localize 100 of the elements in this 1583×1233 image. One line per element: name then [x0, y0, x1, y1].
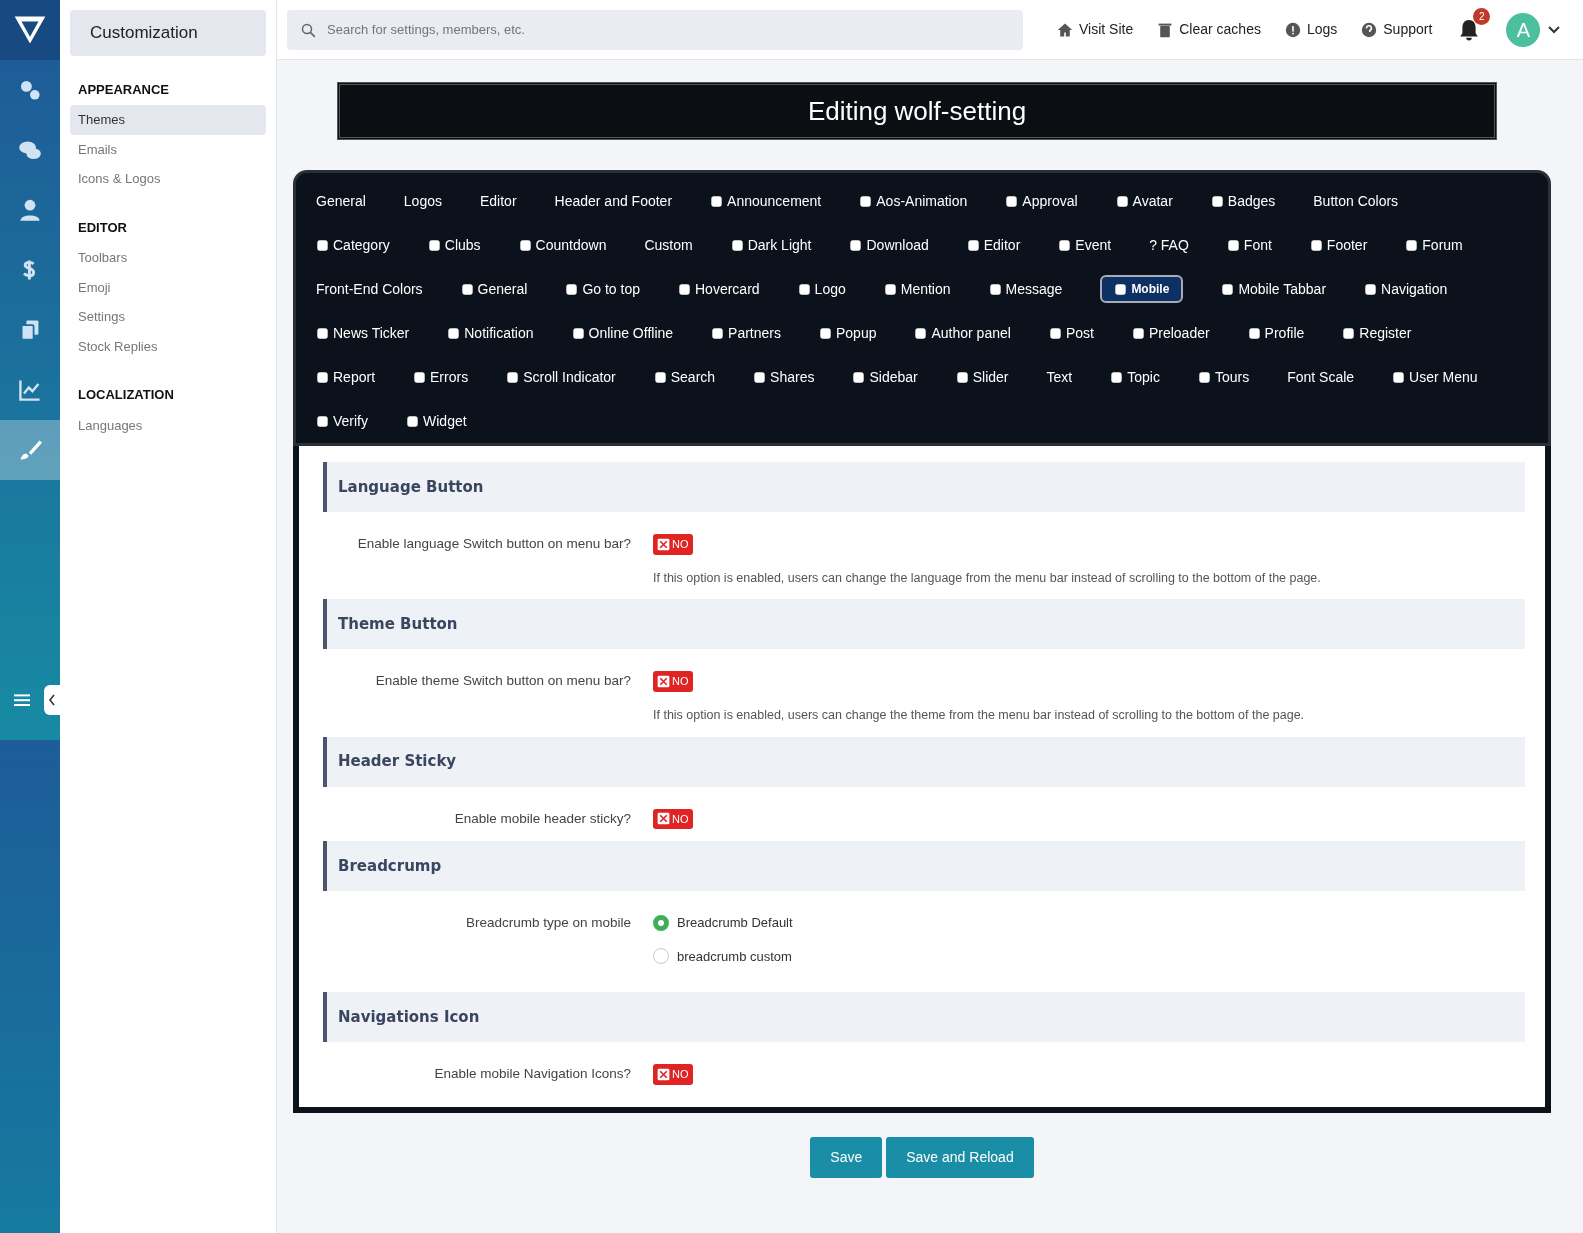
collapse-button[interactable] — [44, 685, 60, 715]
tab[interactable]: Profile — [1247, 322, 1305, 344]
toolbar-link[interactable]: Support — [1361, 19, 1433, 40]
square-icon — [1110, 370, 1124, 384]
tab[interactable]: Errors — [413, 366, 469, 388]
tab[interactable]: Author panel — [914, 322, 1011, 344]
tab[interactable]: Sidebar — [852, 366, 918, 388]
tab[interactable]: Editor — [479, 190, 517, 212]
tab[interactable]: Text — [1046, 366, 1073, 388]
tab[interactable]: Tours — [1197, 366, 1250, 388]
tab[interactable]: Verify — [316, 410, 368, 432]
tab[interactable]: Button Colors — [1313, 190, 1399, 212]
search-icon — [301, 22, 316, 38]
toggle-switch[interactable]: NO — [653, 1064, 693, 1085]
tab[interactable]: Mention — [883, 278, 951, 300]
tab[interactable]: Logo — [797, 278, 846, 300]
square-icon — [571, 326, 585, 340]
tab[interactable]: Hovercard — [678, 278, 760, 300]
tab[interactable]: Search — [653, 366, 716, 388]
square-icon — [753, 370, 767, 384]
square-icon — [447, 326, 461, 340]
radio-label: Breadcrumb Default — [677, 914, 793, 932]
tab[interactable]: General — [316, 190, 366, 212]
toggle-switch[interactable]: NO — [653, 808, 693, 829]
brush-icon[interactable] — [18, 438, 42, 462]
tab[interactable]: Post — [1048, 322, 1094, 344]
tab[interactable]: Editor — [966, 234, 1021, 256]
toolbar-link[interactable]: Logs — [1284, 19, 1338, 40]
tab[interactable]: Event — [1058, 234, 1112, 256]
tab[interactable]: Shares — [753, 366, 815, 388]
tab[interactable]: Clubs — [427, 234, 481, 256]
sidebar-item[interactable]: Settings — [70, 302, 266, 332]
tab[interactable]: User Menu — [1392, 366, 1478, 388]
sidebar-item[interactable]: Emails — [70, 134, 266, 164]
radio-button[interactable] — [653, 914, 669, 931]
square-icon — [914, 326, 928, 340]
tab[interactable]: Custom — [644, 234, 693, 256]
sidebar-item[interactable]: Emoji — [70, 272, 266, 302]
toolbar-link[interactable]: Clear caches — [1157, 19, 1261, 40]
tab[interactable]: Scroll Indicator — [506, 366, 616, 388]
tab[interactable]: Category — [316, 234, 390, 256]
sidebar-item[interactable]: Languages — [70, 410, 266, 440]
tab[interactable]: Footer — [1309, 234, 1368, 256]
toolbar-link[interactable]: Visit Site — [1057, 19, 1134, 40]
tab[interactable]: Logos — [403, 190, 442, 212]
tab[interactable]: Register — [1342, 322, 1412, 344]
tab[interactable]: Aos-Animation — [859, 190, 968, 212]
tab[interactable]: Dark Light — [730, 234, 812, 256]
sidebar-item[interactable]: Themes — [70, 105, 266, 135]
tab[interactable]: Font Scale — [1287, 366, 1355, 388]
tab[interactable]: Popup — [819, 322, 877, 344]
tab[interactable]: Front-End Colors — [316, 278, 423, 300]
person-icon[interactable] — [18, 198, 42, 222]
bell-icon[interactable] — [1458, 18, 1481, 41]
tab[interactable]: Notification — [447, 322, 534, 344]
square-icon — [1114, 282, 1128, 296]
cross-icon — [657, 537, 670, 551]
tab[interactable]: Partners — [711, 322, 781, 344]
sidebar-item[interactable]: Stock Replies — [70, 331, 266, 361]
square-icon — [413, 370, 427, 384]
sidebar-item[interactable]: Toolbars — [70, 243, 266, 273]
square-icon — [1048, 326, 1062, 340]
toggle-switch[interactable]: NO — [653, 534, 693, 555]
sidebar-item[interactable]: Icons & Logos — [70, 164, 266, 194]
tab[interactable]: Go to top — [565, 278, 640, 300]
tab[interactable]: Forum — [1405, 234, 1463, 256]
sidebar-heading: LOCALIZATION — [78, 386, 175, 404]
tab[interactable]: Widget — [406, 410, 467, 432]
tab[interactable]: Mobile — [1100, 275, 1184, 303]
square-icon — [406, 414, 419, 428]
search-field[interactable]: Search for settings, members, etc. — [287, 9, 1023, 50]
tab[interactable]: Slider — [955, 366, 1009, 388]
tab[interactable]: Report — [316, 366, 376, 388]
tab[interactable]: ? FAQ — [1149, 234, 1189, 256]
tab[interactable]: Mobile Tabbar — [1221, 278, 1327, 300]
toggle-switch[interactable]: NO — [653, 671, 693, 692]
submit-button[interactable]: Save and Reload — [886, 1136, 1034, 1178]
chart-icon[interactable] — [18, 378, 42, 402]
tab[interactable]: Navigation — [1364, 278, 1448, 300]
square-icon — [797, 282, 811, 296]
tab[interactable]: Header and Footer — [554, 190, 673, 212]
square-icon — [316, 414, 329, 428]
square-icon — [1309, 238, 1323, 252]
tab[interactable]: Countdown — [518, 234, 607, 256]
tab[interactable]: Online Offline — [571, 322, 674, 344]
tab[interactable]: Preloader — [1131, 322, 1210, 344]
tab[interactable]: Message — [988, 278, 1063, 300]
caret-icon[interactable] — [1548, 25, 1561, 34]
tab[interactable]: General — [460, 278, 528, 300]
tab[interactable]: Approval — [1005, 190, 1078, 212]
tab[interactable]: Badges — [1210, 190, 1276, 212]
sidebar-title: Customization — [70, 10, 266, 56]
tab[interactable]: Avatar — [1115, 190, 1173, 212]
tab[interactable]: Topic — [1110, 366, 1160, 388]
submit-button[interactable]: Save — [810, 1136, 883, 1178]
tab[interactable]: News Ticker — [316, 322, 410, 344]
tab[interactable]: Download — [849, 234, 929, 256]
square-icon — [1115, 194, 1129, 208]
tab[interactable]: Font — [1226, 234, 1272, 256]
tab[interactable]: Announcement — [710, 190, 822, 212]
